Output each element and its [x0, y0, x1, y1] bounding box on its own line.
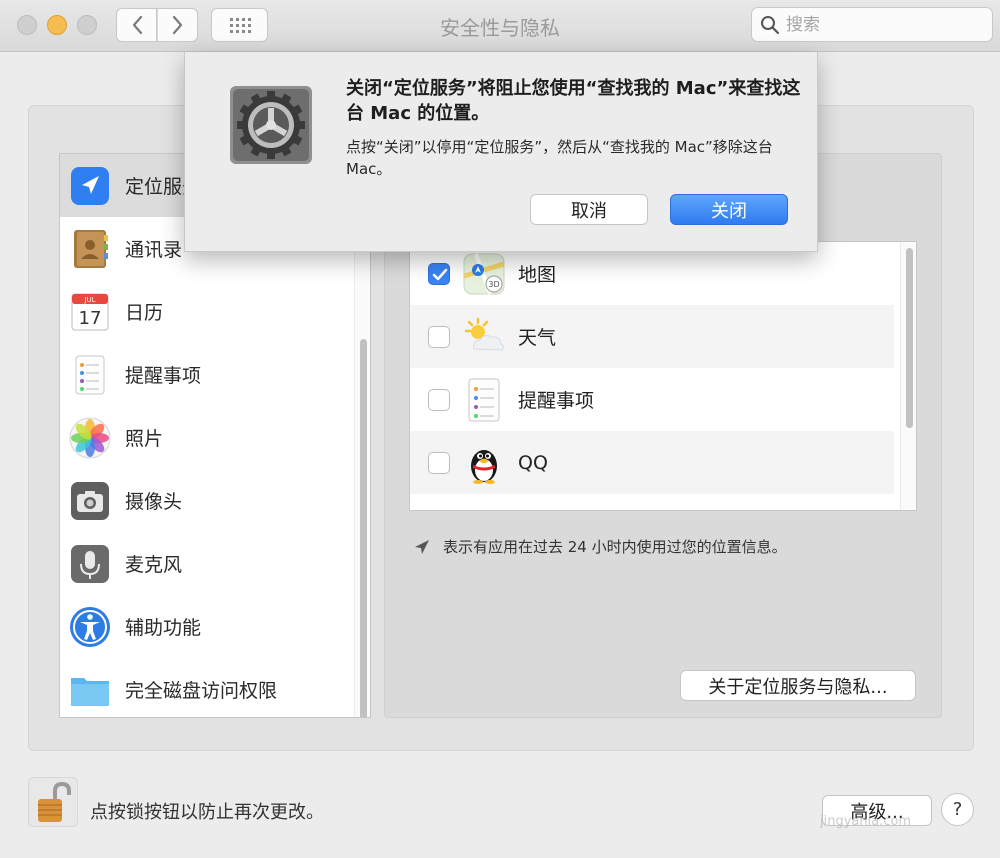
- sidebar-item-camera[interactable]: 摄像头: [60, 469, 354, 532]
- reminders-icon: [75, 355, 105, 395]
- watermark: jingyanla.com: [820, 814, 912, 829]
- cancel-button[interactable]: 取消: [530, 194, 648, 225]
- contacts-book-icon: [74, 230, 108, 268]
- turn-off-button[interactable]: 关闭: [670, 194, 788, 225]
- microphone-icon: [71, 545, 109, 583]
- title-bar: 安全性与隐私: [0, 0, 1000, 52]
- alert-title: 关闭“定位服务”将阻止您使用“查找我的 Mac”来查找这台 Mac 的位置。: [346, 78, 801, 124]
- system-preferences-window: 安全性与隐私 定位服务 通讯录: [0, 0, 1000, 858]
- svg-text:JUL: JUL: [83, 296, 95, 304]
- app-list-scroll-thumb[interactable]: [906, 248, 913, 428]
- svg-text:3D: 3D: [488, 280, 499, 289]
- reminders-icon: [468, 378, 500, 422]
- sidebar-item-reminders[interactable]: 提醒事项: [60, 343, 354, 406]
- app-label: QQ: [518, 451, 548, 474]
- checkmark-icon: [432, 268, 448, 280]
- app-row-weather[interactable]: 天气: [410, 305, 894, 368]
- system-preferences-gear-icon: [230, 86, 312, 164]
- app-checkbox-maps[interactable]: [428, 262, 450, 285]
- app-permission-list[interactable]: 3D 地图 天气 提醒事项 QQ: [409, 241, 917, 511]
- app-checkbox-reminders[interactable]: [428, 388, 450, 411]
- app-checkbox-weather[interactable]: [428, 325, 450, 348]
- help-button[interactable]: ?: [941, 793, 974, 826]
- photos-icon: [69, 417, 111, 459]
- sidebar-item-label: 提醒事项: [125, 365, 202, 387]
- sidebar-item-microphone[interactable]: 麦克风: [60, 532, 354, 595]
- camera-icon: [71, 482, 109, 520]
- sidebar-item-photos[interactable]: 照片: [60, 406, 354, 469]
- qq-penguin-icon: [471, 450, 497, 484]
- search-icon: [761, 16, 780, 35]
- folder-icon: [71, 678, 109, 706]
- sidebar-item-label: 辅助功能: [125, 617, 202, 639]
- sidebar-scroll-thumb[interactable]: [360, 339, 367, 717]
- recent-location-hint: 表示有应用在过去 24 小时内使用过您的位置信息。: [413, 536, 787, 557]
- app-label: 天气: [518, 327, 557, 349]
- sidebar-item-label: 通讯录: [125, 239, 183, 261]
- sidebar-item-full-disk-access[interactable]: 完全磁盘访问权限: [60, 658, 354, 717]
- about-location-privacy-button[interactable]: 关于定位服务与隐私...: [680, 670, 916, 701]
- sidebar-item-calendar[interactable]: JUL 17 日历: [60, 280, 354, 343]
- app-label: 提醒事项: [518, 390, 595, 412]
- sidebar-item-label: 完全磁盘访问权限: [125, 680, 278, 702]
- app-row-reminders[interactable]: 提醒事项: [410, 368, 894, 431]
- hint-text: 表示有应用在过去 24 小时内使用过您的位置信息。: [443, 538, 787, 556]
- lock-hint-text: 点按锁按钮以防止再次更改。: [90, 802, 324, 823]
- weather-icon: [464, 317, 504, 351]
- location-arrow-icon: [71, 167, 109, 205]
- app-checkbox-qq[interactable]: [428, 451, 450, 474]
- calendar-icon: JUL 17: [71, 293, 109, 331]
- app-row-qq[interactable]: QQ: [410, 431, 894, 494]
- app-list-scrollbar[interactable]: [900, 242, 916, 510]
- maps-icon: 3D: [463, 253, 505, 295]
- location-arrow-icon: [415, 539, 429, 554]
- sidebar-item-label: 麦克风: [125, 554, 183, 576]
- alert-message: 点按“关闭”以停用“定位服务”，然后从“查找我的 Mac”移除这台 Mac。: [346, 138, 773, 178]
- search-input[interactable]: [786, 12, 982, 38]
- sidebar-item-accessibility[interactable]: 辅助功能: [60, 595, 354, 658]
- accessibility-icon: [70, 607, 110, 647]
- search-field[interactable]: [751, 7, 993, 42]
- lock-button[interactable]: [28, 777, 78, 827]
- svg-text:17: 17: [79, 308, 102, 329]
- unlocked-padlock-icon: [38, 781, 71, 822]
- app-label: 地图: [518, 264, 557, 286]
- sidebar-item-label: 日历: [125, 302, 164, 324]
- sidebar-item-label: 摄像头: [125, 491, 183, 513]
- disable-location-alert-sheet: 关闭“定位服务”将阻止您使用“查找我的 Mac”来查找这台 Mac 的位置。 点…: [184, 52, 818, 252]
- sidebar-item-label: 照片: [125, 428, 164, 450]
